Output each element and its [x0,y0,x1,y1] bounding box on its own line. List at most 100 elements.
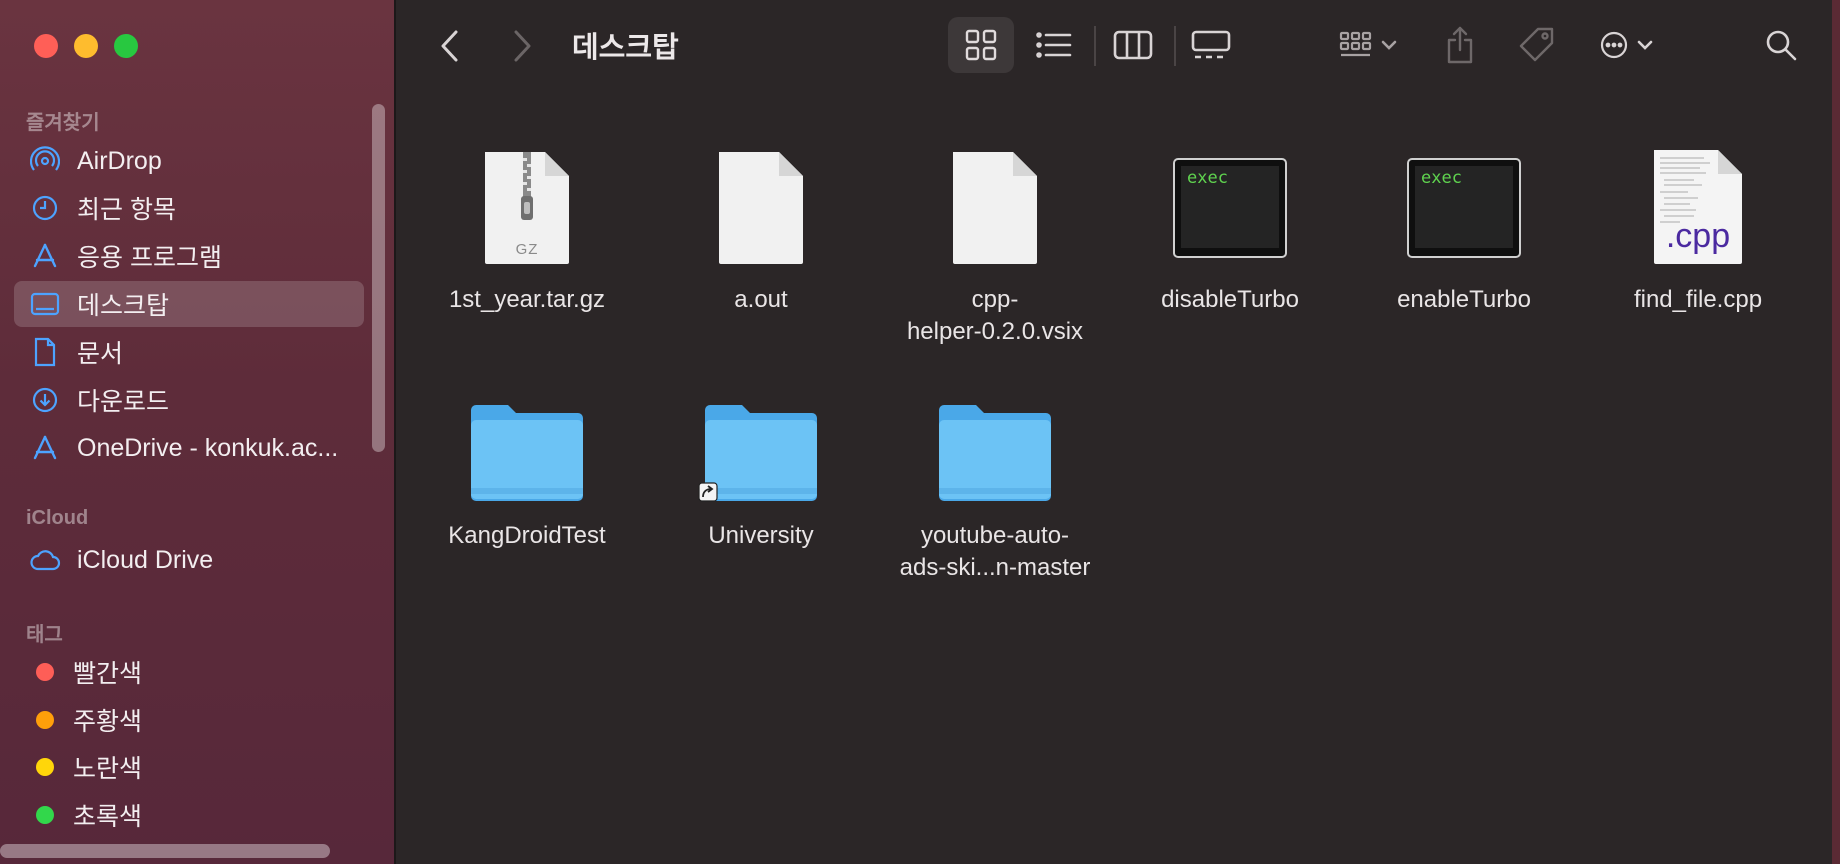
file-name: 1st_year.tar.gz [448,286,606,313]
search-button[interactable] [1758,22,1804,68]
sidebar-item-label: 초록색 [73,803,143,831]
file-item[interactable]: University [651,362,871,552]
sidebar-horizontal-scrollbar[interactable] [0,844,330,858]
file-name: University [708,522,814,549]
sidebar-item-icloud-drive[interactable]: iCloud Drive [14,537,364,583]
sidebar-item-label: OneDrive - konkuk.ac... [77,433,339,462]
finder-window: 즐겨찾기 AirDrop 최근 항목 응용 프로그램 데스크탑 문서 다운로드 … [0,0,1840,864]
alias-arrow-icon [698,482,718,502]
document-icon [28,337,62,367]
close-window-button[interactable] [34,34,58,58]
chevron-right-icon [514,30,531,62]
chevron-left-icon [441,30,458,62]
sidebar-item-recents[interactable]: 최근 항목 [14,185,364,231]
group-icon [1339,31,1372,57]
back-button[interactable] [428,24,472,68]
gallery-icon [1191,30,1231,59]
columns-icon [1113,30,1153,60]
clock-icon [28,193,62,223]
sidebar-item-desktop[interactable]: 데스크탑 [14,281,364,327]
file-item[interactable]: exec enableTurbo [1354,126,1574,316]
sidebar-item-documents[interactable]: 문서 [14,329,364,375]
cpp-file-icon: .cpp [1623,126,1773,266]
download-icon [28,385,62,415]
sidebar-item-label: 문서 [77,340,124,368]
toolbar-separator [1094,26,1096,66]
list-icon [1036,32,1072,58]
sidebar-item-label: iCloud Drive [77,545,214,574]
yellow-tag-dot-icon [36,758,54,776]
file-item[interactable]: KangDroidTest [417,362,637,552]
file-name: cpp- helper-0.2.0.vsix [906,286,1084,345]
sidebar-item-label: 데스크탑 [77,292,170,320]
sidebar-item-airdrop[interactable]: AirDrop [14,138,364,184]
cloud-icon [28,545,62,575]
share-icon [1447,26,1473,64]
tag-button[interactable] [1514,22,1560,68]
group-by-button[interactable] [1332,22,1404,68]
terminal-exec-icon: exec [1155,126,1305,266]
green-tag-dot-icon [36,806,54,824]
chevron-down-icon [1381,40,1397,50]
sidebar-tag-green[interactable]: 초록색 [14,792,364,838]
sidebar-item-applications[interactable]: 응용 프로그램 [14,233,364,279]
toolbar-separator [1174,26,1176,66]
file-item[interactable]: cpp- helper-0.2.0.vsix [885,126,1105,348]
file-item[interactable]: exec disableTurbo [1120,126,1340,316]
window-edge [1832,0,1840,864]
sidebar-item-label: 응용 프로그램 [77,244,222,272]
sidebar: 즐겨찾기 AirDrop 최근 항목 응용 프로그램 데스크탑 문서 다운로드 … [0,0,396,864]
sidebar-item-downloads[interactable]: 다운로드 [14,377,364,423]
grid-icon [965,29,997,61]
sidebar-tag-red[interactable]: 빨간색 [14,649,364,695]
file-name: KangDroidTest [448,522,606,549]
zoom-window-button[interactable] [114,34,138,58]
sidebar-item-label: 빨간색 [73,660,143,688]
sidebar-vertical-scrollbar[interactable] [372,104,385,452]
exec-label: exec [1187,168,1228,188]
sidebar-item-label: 주황색 [73,708,143,736]
share-button[interactable] [1438,20,1482,70]
list-view-button[interactable] [1030,22,1078,68]
window-title: 데스크탑 [572,32,679,64]
file-name: a.out [734,286,788,313]
sidebar-item-label: 다운로드 [77,388,170,416]
forward-button[interactable] [500,24,544,68]
column-view-button[interactable] [1108,22,1158,68]
file-item[interactable]: .cpp find_file.cpp [1588,126,1808,316]
icon-view-button[interactable] [948,17,1014,73]
sidebar-tag-orange[interactable]: 주황색 [14,697,364,743]
archive-icon: GZ [452,126,602,266]
file-badge: .cpp [1665,217,1731,255]
ellipsis-circle-icon [1600,31,1628,59]
folder-icon [452,362,602,502]
file-name: find_file.cpp [1633,286,1763,313]
file-name: disableTurbo [1161,286,1299,313]
favorites-header: 즐겨찾기 [26,112,100,134]
sidebar-item-label: 노란색 [73,755,143,783]
more-actions-button[interactable] [1590,22,1662,68]
file-badge: GZ [515,241,539,258]
folder-icon [920,362,1070,502]
folder-alias-icon [686,362,836,502]
terminal-exec-icon: exec [1389,126,1539,266]
gallery-view-button[interactable] [1186,22,1236,68]
file-item[interactable]: GZ 1st_year.tar.gz [417,126,637,316]
minimize-window-button[interactable] [74,34,98,58]
sidebar-item-onedrive[interactable]: OneDrive - konkuk.ac... [14,425,364,471]
blank-document-icon [920,126,1070,266]
sidebar-item-label: AirDrop [77,146,162,175]
applications-icon [28,241,62,271]
airdrop-icon [28,146,62,176]
sidebar-item-label: 최근 항목 [77,196,176,224]
blank-document-icon [686,126,836,266]
sidebar-tag-yellow[interactable]: 노란색 [14,744,364,790]
file-name: youtube-auto- ads-ski...n-master [899,522,1091,581]
tag-icon [1519,27,1554,62]
tags-header: 태그 [26,624,63,646]
file-name: enableTurbo [1397,286,1531,313]
chevron-down-icon [1637,40,1653,50]
file-item[interactable]: a.out [651,126,871,316]
file-item[interactable]: youtube-auto- ads-ski...n-master [885,362,1105,584]
orange-tag-dot-icon [36,711,54,729]
